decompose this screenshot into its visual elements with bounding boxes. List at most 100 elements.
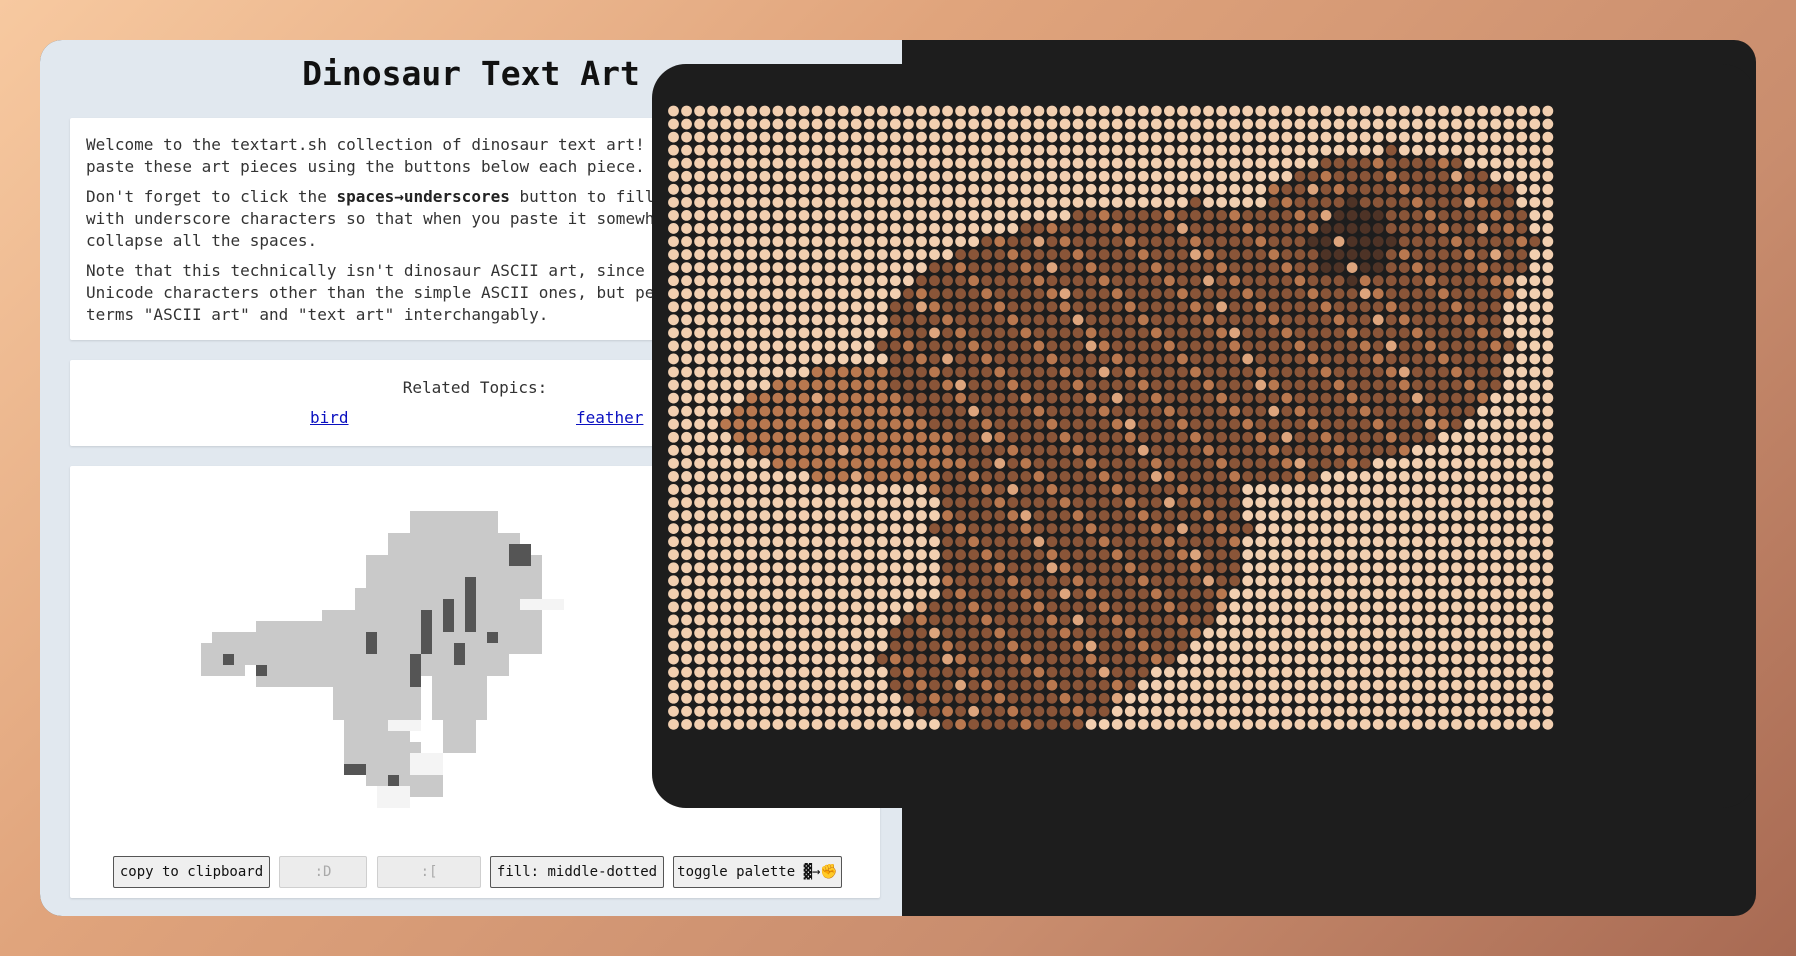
raised-fist-emoji-icon [1268, 366, 1280, 378]
raised-fist-emoji-icon [1359, 131, 1371, 143]
raised-fist-emoji-icon [837, 196, 849, 208]
raised-fist-emoji-icon [837, 666, 849, 678]
raised-fist-emoji-icon [942, 301, 953, 313]
copy-to-clipboard-button[interactable]: copy to clipboard [113, 856, 270, 888]
raised-fist-emoji-icon [1164, 366, 1175, 378]
raised-fist-emoji-icon [1190, 679, 1201, 691]
fill-middle-dotted-button[interactable]: fill: middle-dotted [490, 856, 664, 888]
raised-fist-emoji-icon [1425, 340, 1436, 352]
raised-fist-emoji-icon [1320, 340, 1332, 352]
raised-fist-emoji-icon [1190, 523, 1201, 534]
sad-button[interactable]: :[ [377, 856, 481, 888]
raised-fist-emoji-icon [1529, 105, 1541, 117]
raised-fist-emoji-icon [681, 249, 692, 260]
raised-fist-emoji-icon [942, 497, 953, 508]
raised-fist-emoji-icon [1268, 288, 1280, 300]
raised-fist-emoji-icon [1177, 379, 1188, 391]
raised-fist-emoji-icon [707, 536, 719, 548]
raised-fist-emoji-icon [1516, 340, 1528, 352]
raised-fist-emoji-icon [1177, 223, 1188, 234]
raised-fist-emoji-icon [1072, 301, 1084, 313]
raised-fist-emoji-icon [1268, 301, 1280, 313]
raised-fist-emoji-icon [1307, 471, 1319, 482]
related-link-feather[interactable]: feather [576, 408, 643, 427]
raised-fist-emoji-icon [955, 653, 966, 665]
raised-fist-emoji-icon [1046, 170, 1058, 182]
raised-fist-emoji-icon [1190, 236, 1201, 247]
raised-fist-emoji-icon [1307, 601, 1319, 613]
raised-fist-emoji-icon [1320, 523, 1332, 534]
raised-fist-emoji-icon [1320, 418, 1332, 430]
raised-fist-emoji-icon [876, 340, 888, 352]
raised-fist-emoji-icon [1425, 183, 1436, 195]
raised-fist-emoji-icon [668, 562, 679, 574]
raised-fist-emoji-icon [1425, 497, 1436, 508]
raised-fist-emoji-icon [1320, 562, 1332, 574]
raised-fist-emoji-icon [668, 692, 679, 704]
raised-fist-emoji-icon [1398, 575, 1410, 587]
raised-fist-emoji-icon [1425, 301, 1436, 313]
raised-fist-emoji-icon [837, 653, 849, 665]
raised-fist-emoji-icon [1359, 562, 1371, 574]
raised-fist-emoji-icon [1072, 353, 1084, 365]
raised-fist-emoji-icon [994, 223, 1006, 234]
raised-fist-emoji-icon [1307, 640, 1319, 652]
raised-fist-emoji-icon [694, 601, 705, 613]
raised-fist-emoji-icon [1229, 405, 1241, 417]
raised-fist-emoji-icon [1438, 275, 1449, 287]
raised-fist-emoji-icon [1020, 666, 1032, 678]
raised-fist-emoji-icon [1359, 510, 1371, 521]
raised-fist-emoji-icon [850, 484, 862, 495]
raised-fist-emoji-icon [1438, 444, 1449, 456]
raised-fist-emoji-icon [668, 340, 679, 352]
raised-fist-emoji-icon [681, 431, 692, 443]
raised-fist-emoji-icon [876, 640, 888, 652]
raised-fist-emoji-icon [929, 144, 940, 156]
smile-button[interactable]: :D [279, 856, 367, 888]
raised-fist-emoji-icon [1411, 353, 1423, 365]
raised-fist-emoji-icon [1203, 366, 1214, 378]
raised-fist-emoji-icon [1190, 614, 1201, 626]
raised-fist-emoji-icon [1229, 223, 1241, 234]
raised-fist-emoji-icon [1216, 601, 1227, 613]
raised-fist-emoji-icon [968, 549, 980, 561]
raised-fist-emoji-icon [1033, 653, 1045, 665]
raised-fist-emoji-icon [733, 196, 745, 208]
raised-fist-emoji-icon [798, 366, 810, 378]
raised-fist-emoji-icon [1124, 353, 1136, 365]
raised-fist-emoji-icon [746, 340, 758, 352]
raised-fist-emoji-icon [1503, 418, 1515, 430]
raised-fist-emoji-icon [981, 379, 993, 391]
raised-fist-emoji-icon [1438, 144, 1449, 156]
raised-fist-emoji-icon [1268, 144, 1280, 156]
raised-fist-emoji-icon [876, 249, 888, 260]
raised-fist-emoji-icon [1164, 549, 1175, 561]
raised-fist-emoji-icon [1242, 601, 1254, 613]
raised-fist-emoji-icon [733, 457, 745, 469]
raised-fist-emoji-icon [1046, 314, 1058, 326]
raised-fist-emoji-icon [1150, 275, 1162, 287]
art-pixel [443, 599, 454, 632]
related-link-bird[interactable]: bird [310, 408, 349, 427]
raised-fist-emoji-icon [1385, 523, 1397, 534]
raised-fist-emoji-icon [694, 327, 705, 339]
raised-fist-emoji-icon [889, 170, 901, 182]
raised-fist-emoji-icon [1242, 210, 1254, 221]
toggle-palette-button[interactable]: toggle palette ▓→✊ [673, 856, 842, 888]
raised-fist-emoji-icon [668, 471, 679, 482]
raised-fist-emoji-icon [1372, 444, 1384, 456]
raised-fist-emoji-icon [720, 444, 732, 456]
raised-fist-emoji-icon [1072, 523, 1084, 534]
raised-fist-emoji-icon [1268, 471, 1280, 482]
raised-fist-emoji-icon [889, 614, 901, 626]
raised-fist-emoji-icon [1451, 249, 1462, 260]
raised-fist-emoji-icon [1085, 353, 1097, 365]
raised-fist-emoji-icon [942, 614, 953, 626]
raised-fist-emoji-icon [876, 627, 888, 639]
raised-fist-emoji-icon [837, 497, 849, 508]
raised-fist-emoji-icon [1059, 431, 1071, 443]
raised-fist-emoji-icon [1346, 327, 1358, 339]
raised-fist-emoji-icon [1229, 118, 1241, 130]
raised-fist-emoji-icon [824, 457, 836, 469]
raised-fist-emoji-icon [1098, 131, 1110, 143]
